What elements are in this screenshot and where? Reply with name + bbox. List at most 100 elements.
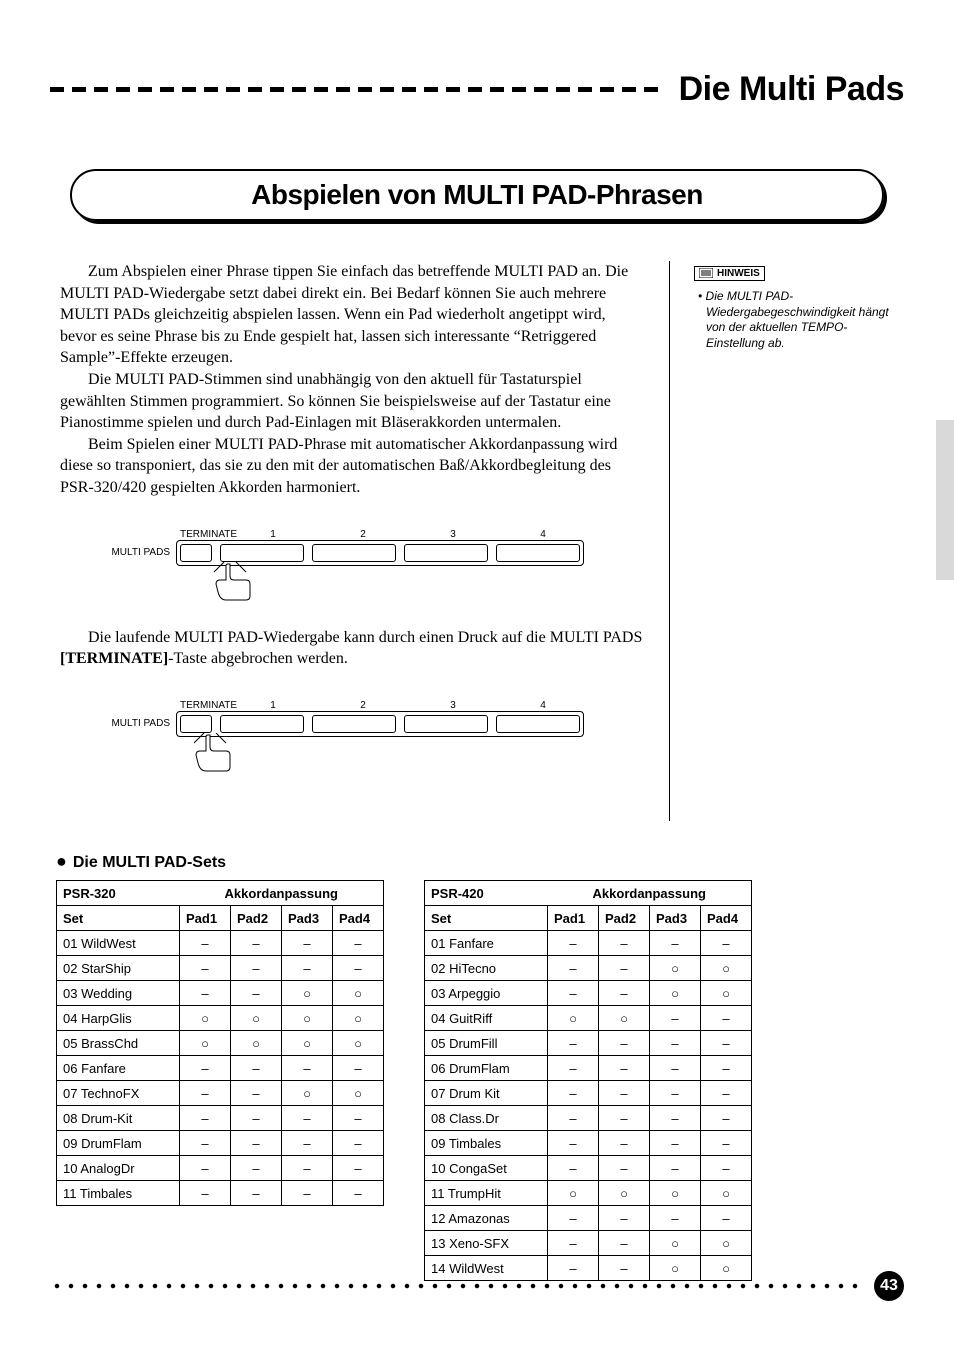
cell-pad: – <box>282 1131 333 1156</box>
label-4: 4 <box>498 529 588 540</box>
table-row: 05 BrassChd○○○○ <box>57 1031 384 1056</box>
subsection-heading: ●Die MULTI PAD-Sets <box>56 851 904 872</box>
paragraph-1: Zum Abspielen einer Phrase tippen Sie ei… <box>60 261 645 369</box>
cell-pad: – <box>180 1181 231 1206</box>
cell-pad: – <box>599 1156 650 1181</box>
cell-pad: – <box>701 931 752 956</box>
table-row: 08 Class.Dr–––– <box>425 1106 752 1131</box>
cell-pad: ○ <box>701 1231 752 1256</box>
cell-set: 06 DrumFlam <box>425 1056 548 1081</box>
cell-pad: – <box>548 1031 599 1056</box>
col-pad1: Pad1 <box>180 906 231 931</box>
pad-3-icon <box>404 544 488 562</box>
cell-pad: – <box>599 981 650 1006</box>
cell-pad: – <box>231 1106 282 1131</box>
cell-pad: – <box>650 1031 701 1056</box>
label-3: 3 <box>408 700 498 711</box>
cell-pad: ○ <box>282 1031 333 1056</box>
cell-pad: ○ <box>701 981 752 1006</box>
table-akk-header: Akkordanpassung <box>180 881 384 906</box>
label-1: 1 <box>228 700 318 711</box>
cell-pad: ○ <box>650 981 701 1006</box>
pad-4-icon <box>496 715 580 733</box>
row-label: MULTI PADS <box>90 718 176 729</box>
paragraph-3: Beim Spielen einer MULTI PAD-Phrase mit … <box>60 434 645 499</box>
cell-set: 05 DrumFill <box>425 1031 548 1056</box>
table-row: 01 Fanfare–––– <box>425 931 752 956</box>
cell-pad: – <box>333 1106 384 1131</box>
cell-set: 09 Timbales <box>425 1131 548 1156</box>
cell-pad: ○ <box>548 1006 599 1031</box>
cell-pad: ○ <box>180 1006 231 1031</box>
pad-2-icon <box>312 715 396 733</box>
cell-pad: – <box>231 1131 282 1156</box>
cell-pad: ○ <box>231 1031 282 1056</box>
cell-pad: – <box>650 1106 701 1131</box>
cell-pad: – <box>282 1056 333 1081</box>
note-icon <box>699 268 713 278</box>
cell-pad: – <box>231 1181 282 1206</box>
table-row: 09 Timbales–––– <box>425 1131 752 1156</box>
cell-pad: ○ <box>282 1081 333 1106</box>
cell-pad: – <box>701 1206 752 1231</box>
cell-pad: ○ <box>333 1081 384 1106</box>
cell-pad: – <box>599 956 650 981</box>
cell-set: 11 TrumpHit <box>425 1181 548 1206</box>
cell-pad: – <box>599 1131 650 1156</box>
cell-pad: – <box>231 956 282 981</box>
cell-pad: – <box>180 1131 231 1156</box>
cell-pad: – <box>180 981 231 1006</box>
cell-pad: – <box>650 1081 701 1106</box>
header-rule <box>50 87 659 92</box>
cell-pad: – <box>548 1056 599 1081</box>
cell-pad: – <box>231 981 282 1006</box>
cell-pad: – <box>231 1081 282 1106</box>
cell-set: 03 Wedding <box>57 981 180 1006</box>
cell-pad: ○ <box>599 1006 650 1031</box>
cell-pad: – <box>231 1156 282 1181</box>
cell-pad: – <box>180 956 231 981</box>
col-set: Set <box>425 906 548 931</box>
cell-pad: – <box>180 1156 231 1181</box>
cell-pad: – <box>282 1106 333 1131</box>
cell-set: 10 CongaSet <box>425 1156 548 1181</box>
table-row: 04 GuitRiff○○–– <box>425 1006 752 1031</box>
cell-pad: ○ <box>333 1031 384 1056</box>
paragraph-4a: Die laufende MULTI PAD-Wiedergabe kann d… <box>88 629 642 646</box>
table-row: 04 HarpGlis○○○○ <box>57 1006 384 1031</box>
table-akk-header: Akkordanpassung <box>548 881 752 906</box>
cell-pad: – <box>333 1156 384 1181</box>
col-pad1: Pad1 <box>548 906 599 931</box>
footer-dots <box>50 1283 866 1289</box>
cell-set: 09 DrumFlam <box>57 1131 180 1156</box>
cell-set: 10 AnalogDr <box>57 1156 180 1181</box>
cell-pad: ○ <box>650 1231 701 1256</box>
terminate-keyword: [TERMINATE] <box>60 650 168 667</box>
cell-pad: – <box>548 1206 599 1231</box>
table-row: 06 Fanfare–––– <box>57 1056 384 1081</box>
page-title: Die Multi Pads <box>679 70 904 109</box>
table-row: 03 Wedding––○○ <box>57 981 384 1006</box>
page-number-badge: 43 <box>874 1271 904 1301</box>
cell-pad: ○ <box>650 956 701 981</box>
hinweis-text-content: Die MULTI PAD-Wiedergabegeschwindigkeit … <box>706 289 889 350</box>
cell-pad: – <box>282 956 333 981</box>
cell-pad: – <box>180 931 231 956</box>
section-title-box: Abspielen von MULTI PAD-Phrasen <box>70 169 884 221</box>
cell-pad: – <box>231 931 282 956</box>
cell-pad: – <box>701 1106 752 1131</box>
note-column: HINWEIS • Die MULTI PAD-Wiedergabegeschw… <box>694 261 904 351</box>
cell-pad: – <box>333 1056 384 1081</box>
cell-pad: – <box>701 1081 752 1106</box>
cell-pad: – <box>231 1056 282 1081</box>
table-row: 11 Timbales–––– <box>57 1181 384 1206</box>
cell-set: 03 Arpeggio <box>425 981 548 1006</box>
cell-pad: – <box>599 931 650 956</box>
cell-pad: ○ <box>282 981 333 1006</box>
paragraph-2: Die MULTI PAD-Stimmen sind unabhängig vo… <box>60 369 645 434</box>
cell-pad: – <box>548 931 599 956</box>
footer: 43 <box>50 1271 904 1301</box>
col-set: Set <box>57 906 180 931</box>
col-pad4: Pad4 <box>701 906 752 931</box>
cell-pad: – <box>701 1131 752 1156</box>
